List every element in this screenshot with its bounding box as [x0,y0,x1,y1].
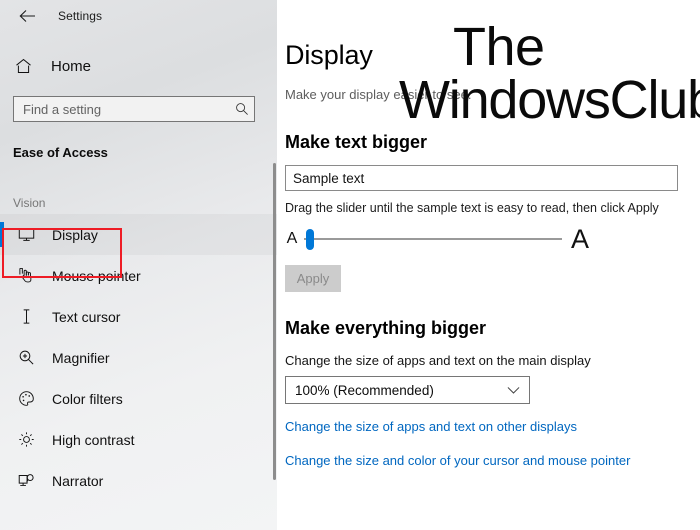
narrator-icon [15,473,37,489]
scale-field-label: Change the size of apps and text on the … [285,353,591,368]
sidebar-item-high-contrast-label: High contrast [52,431,135,448]
sidebar-item-mouse-pointer-label: Mouse pointer [52,267,141,284]
sidebar-group-label: Vision [13,196,46,210]
monitor-icon [15,227,37,242]
sidebar-item-text-cursor[interactable]: Text cursor [0,296,277,337]
sample-text-input[interactable] [285,165,678,191]
search-input[interactable] [13,96,255,122]
chevron-down-icon [507,386,520,395]
sidebar-item-color-filters[interactable]: Color filters [0,378,277,419]
make-text-bigger-heading: Make text bigger [285,132,428,152]
sidebar-item-magnifier-label: Magnifier [52,349,110,366]
hand-pointer-icon [15,267,37,284]
sidebar: Settings Home Ease [0,0,277,530]
title-bar: Settings [0,0,277,32]
sidebar-item-home-label: Home [51,57,92,75]
link-other-displays[interactable]: Change the size of apps and text on othe… [285,419,700,434]
sidebar-item-display[interactable]: Display [0,214,277,255]
scale-dropdown-value: 100% (Recommended) [295,382,434,398]
link-cursor-size-color[interactable]: Change the size and color of your cursor… [285,453,700,468]
sidebar-scrollbar[interactable] [273,163,276,480]
slider-max-label: A [571,223,590,254]
slider-track [304,238,562,240]
slider-hint: Drag the slider until the sample text is… [285,201,659,215]
sidebar-item-narrator[interactable]: Narrator [0,460,277,501]
magnifier-icon [15,349,37,366]
apply-button[interactable]: Apply [285,265,341,292]
text-size-slider[interactable] [304,226,562,252]
sample-text-field[interactable] [293,170,677,186]
sidebar-item-color-filters-label: Color filters [52,390,123,407]
scale-dropdown[interactable]: 100% (Recommended) [285,376,530,404]
sidebar-item-narrator-label: Narrator [52,472,104,489]
search-icon[interactable] [230,102,254,116]
sidebar-nav-list: Display Mouse pointer Text cursor Magnif… [0,214,277,501]
window-title: Settings [58,9,103,23]
slider-min-label: A [286,230,298,247]
search-field[interactable] [23,101,230,117]
text-size-slider-row: A A [285,225,700,253]
sidebar-item-mouse-pointer[interactable]: Mouse pointer [0,255,277,296]
sidebar-section-title: Ease of Access [13,145,108,160]
page-title: Display [285,40,373,70]
slider-thumb[interactable] [306,229,314,250]
sidebar-item-home[interactable]: Home [0,49,277,83]
sidebar-item-text-cursor-label: Text cursor [52,308,121,325]
page-subtitle: Make your display easier to see. [285,87,472,102]
main-content: Display Make your display easier to see.… [277,0,700,530]
home-icon [15,58,37,75]
sidebar-item-display-label: Display [52,226,98,243]
settings-window: Settings Home Ease [0,0,700,530]
brightness-icon [15,431,37,448]
search-container [13,96,255,122]
sidebar-item-high-contrast[interactable]: High contrast [0,419,277,460]
palette-icon [15,390,37,407]
watermark: The WindowsClub [399,20,700,127]
back-arrow-icon[interactable] [14,3,40,29]
text-cursor-icon [15,308,37,325]
sidebar-item-magnifier[interactable]: Magnifier [0,337,277,378]
make-everything-bigger-heading: Make everything bigger [285,318,487,338]
